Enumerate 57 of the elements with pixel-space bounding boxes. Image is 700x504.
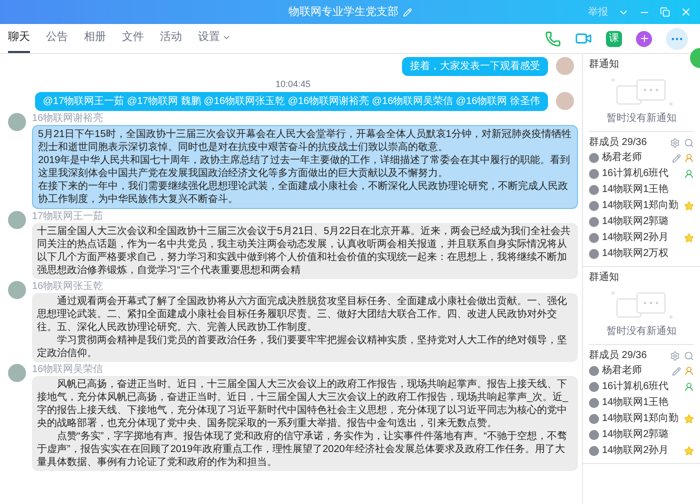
message-bubble: 十三届全国人大三次会议和全国政协十三届三次会议于5月21日、5月22日在北京开幕。近来，两会已经成为我们全社会共同关注的热点话题，作为一名中共党员，我主动关注两会动态发展，认真收听两会相关报道，并且联系自身实际情况将从以下几个方面严格要求自己，努力学习和实践中做到将个人价值和社会价值的实现统一起来：在思想上，我将继续不断加强思想政治修养锻炼，自觉学习“三个代表重要思想和两会精: [32, 223, 578, 279]
notice-title: 群通知: [589, 271, 620, 285]
settings-icon[interactable]: [670, 138, 680, 148]
search-icon[interactable]: [684, 351, 694, 361]
member-name[interactable]: 14物联网2郭璐: [602, 429, 694, 441]
window-title: 物联网专业学生党支部: [288, 4, 398, 20]
notice-title: 群通知: [589, 58, 620, 72]
message-bubble: 风帆已高扬，奋进正当时。近日，十三届全国人大三次会议上的政府工作报告，现场共响起掌声。报告上接天线、下接地气，充分体风帆已高扬，奋进正当时。近日，十三届全国人大三次会议上的政府工作报告，现场共响起掌声_次。近_字的报告上接天线、下接地气，充分体现了习近平新时代中国特色社会主义思想，充分体现了以习近平同志为核心的党中央的战略部署，也充分体现了党中央、国务院采取的一系列重大举措。报告中金句迭出，引来无数点赞。 点赞“务实”，字字掷地有声。报告体现了党和政府的信守承诺，务实作为，让实事件件落地有声。“不驰于空想，不骛于虚声”，报告实实在在回顾了2019年政府重点工作，理性展望了2020年经济社会发展总体要求及政府工作任务。用了大量具体数据、事例有力论证了党和政府的作为和担当。: [32, 376, 578, 471]
tab[interactable]: 活动: [160, 24, 182, 53]
member-name[interactable]: 14物联网2郭璐: [602, 216, 694, 228]
sender-name: 16物联网吴荣信: [32, 364, 104, 376]
tab[interactable]: 聊天: [8, 24, 30, 53]
member-name[interactable]: 14物联网2孙月: [602, 445, 681, 457]
settings-icon[interactable]: [670, 351, 680, 361]
empty-notice-text: 暂时没有新通知: [606, 325, 676, 338]
member-name[interactable]: 14物联网1王艳: [602, 184, 694, 196]
members-title: 群成员 29/36: [589, 136, 648, 150]
member-name[interactable]: 16计算机6班代: [602, 381, 681, 393]
tab[interactable]: 相册: [84, 24, 106, 53]
members-title: 群成员 29/36: [589, 349, 648, 363]
message-bubble: 接着，大家发表一下观看感受: [402, 57, 548, 76]
message-time: 10:04:45: [275, 78, 311, 90]
member-name[interactable]: 16计算机6班代: [602, 168, 681, 180]
pencil-icon[interactable]: [672, 154, 681, 162]
member-name[interactable]: 14物联网1郑向勤: [602, 200, 681, 212]
avatar: [8, 281, 26, 299]
message-bubble: @17物联网王一茹 @17物联网 魏鹏 @16物联网张玉乾 @16物联网谢裕亮 @16物联网吴荣信 @16物联网 徐圣伟: [34, 92, 548, 111]
avatar: [556, 92, 574, 110]
sender-name: 16物联网张玉乾: [32, 281, 104, 293]
pencil-icon[interactable]: [672, 366, 681, 376]
phone-icon[interactable]: [545, 30, 561, 46]
avatar: [8, 364, 26, 382]
close-icon[interactable]: [680, 6, 692, 18]
restore-icon[interactable]: [660, 7, 670, 17]
chevron-icon: [222, 33, 231, 42]
message-bubble: 5月21日下午15时，全国政协十三届三次会议开幕会在人民大会堂举行，开幕会全体人员默哀1分钟，对新冠肺炎疫情牺牲烈士和逝世同胞表示深切哀悼。同时也是对在抗疫中艰苦奋斗的抗疫战士们致以崇高的敬意。 2019年是中华人民共和国七十周年，政协主席总结了过去一年主要做的工作，详细描述了常委会在其中履行的职能。看到这里我深刻体会中国共产党在发展我国政治经济文化等多方面做出的巨大贡献以及不懈努力。 在接下来的一年中，我们需要继续强化思想理论武装，全面建成小康社会，不断深化人民政协理论研究，不断完成人民政协工作制度，为中华民族伟大复兴不断奋斗。: [32, 125, 578, 209]
member-name[interactable]: 14物联网2万权: [602, 248, 694, 260]
avatar: [8, 113, 26, 131]
plus-icon: [638, 33, 650, 44]
member-name[interactable]: 杨君老师: [602, 152, 669, 164]
more-button[interactable]: [666, 28, 688, 50]
member-name[interactable]: 14物联网1郑向勤: [602, 413, 681, 425]
sender-name: 17物联网王一茹: [32, 211, 104, 223]
avatar: [556, 57, 574, 75]
member-name[interactable]: 杨君老师: [602, 365, 669, 377]
app-button[interactable]: [636, 30, 652, 46]
edit-icon[interactable]: [402, 8, 412, 16]
tab[interactable]: 公告: [46, 24, 68, 53]
avatar: [8, 211, 26, 229]
tab[interactable]: 设置: [198, 24, 231, 53]
empty-notice-text: 暂时没有新通知: [606, 112, 676, 125]
tab[interactable]: 文件: [122, 24, 144, 53]
member-name[interactable]: 14物联网2孙月: [602, 232, 681, 244]
member-name[interactable]: 14物联网1王艳: [602, 397, 694, 409]
search-icon[interactable]: [684, 138, 694, 148]
sender-name: 16物联网谢裕亮: [32, 113, 104, 125]
message-bubble: 通过观看两会开幕式了解了全国政协将从六方面完成决胜脱贫攻坚目标任务、全面建成小康社会做出贡献。一、强化思想理论武装。二、紧扣全面建成小康社会目标任务履职尽责。三、做好大团结大联合工作。四、改进人民政协对外交往。五、深化人民政协理论研究。六、完善人民政协工作制度。 学习贯彻两会精神是我们党员的首要政治任务，我们要要牢牢把握会议精神实质，坚持党对人大工作的绝对领导，坚定政治信仰。: [32, 293, 578, 362]
